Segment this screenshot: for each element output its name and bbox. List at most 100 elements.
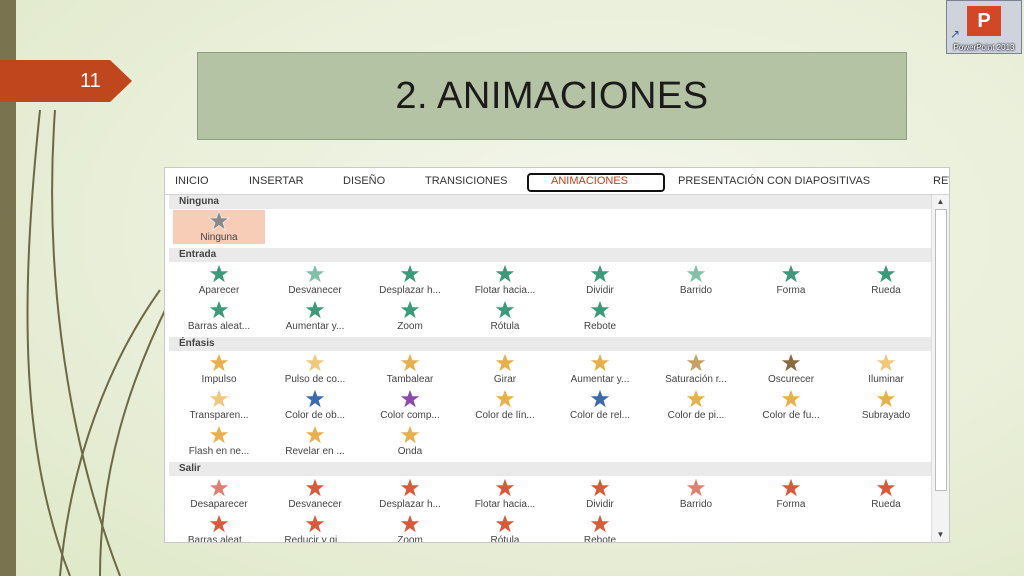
animation-option[interactable]: Color de pi...: [650, 388, 742, 422]
section-header: Ninguna: [169, 195, 931, 209]
star-icon: [459, 299, 551, 321]
animation-option[interactable]: Aumentar y...: [269, 299, 361, 333]
tab-insertar[interactable]: INSERTAR: [249, 175, 304, 187]
star-icon: [459, 263, 551, 285]
slide-number: 11: [80, 70, 101, 92]
animation-option[interactable]: Barrido: [650, 477, 742, 511]
star-icon: [269, 388, 361, 410]
animation-option[interactable]: Flotar hacia...: [459, 477, 551, 511]
animation-option[interactable]: Reducir y gi...: [269, 513, 361, 542]
animation-option[interactable]: Desaparecer: [173, 477, 265, 511]
animation-option[interactable]: Rebote: [554, 299, 646, 333]
animation-option[interactable]: Dividir: [554, 477, 646, 511]
animation-option[interactable]: Desplazar h...: [364, 263, 456, 297]
animation-option[interactable]: Barras aleat...: [173, 513, 265, 542]
star-icon: [364, 352, 456, 374]
tab-diseno[interactable]: DISEÑO: [343, 175, 385, 187]
animation-option-label: Flash en ne...: [188, 446, 250, 457]
animation-option[interactable]: Color de rel...: [554, 388, 646, 422]
animation-option-label: Saturación r...: [665, 374, 727, 385]
star-icon: [269, 424, 361, 446]
animation-option[interactable]: Saturación r...: [650, 352, 742, 386]
animation-option[interactable]: Color de lín...: [459, 388, 551, 422]
animation-option[interactable]: Dividir: [554, 263, 646, 297]
star-icon: [364, 513, 456, 535]
animation-option-label: Rótula: [490, 535, 520, 543]
animation-option-label: Aumentar y...: [285, 321, 345, 332]
powerpoint-app-icon[interactable]: P ↗ PowerPoint 2013: [946, 0, 1022, 54]
star-icon: [173, 352, 265, 374]
animation-option[interactable]: Oscurecer: [745, 352, 837, 386]
animation-option[interactable]: Onda: [364, 424, 456, 458]
animation-option[interactable]: Forma: [745, 477, 837, 511]
star-icon: [364, 263, 456, 285]
animation-option[interactable]: Zoom: [364, 299, 456, 333]
animation-option[interactable]: Desvanecer: [269, 263, 361, 297]
star-icon: [459, 352, 551, 374]
animation-option[interactable]: Barras aleat...: [173, 299, 265, 333]
star-icon: [745, 477, 837, 499]
star-icon: [554, 477, 646, 499]
animation-option[interactable]: Revelar en ...: [269, 424, 361, 458]
animation-option[interactable]: Desplazar h...: [364, 477, 456, 511]
star-icon: [173, 513, 265, 535]
star-icon: [840, 263, 932, 285]
animation-option[interactable]: Color de ob...: [269, 388, 361, 422]
animation-option-label: Flotar hacia...: [474, 285, 536, 296]
animation-option[interactable]: Tambalear: [364, 352, 456, 386]
animation-option-label: Ninguna: [200, 232, 238, 243]
star-icon: [269, 513, 361, 535]
animation-option[interactable]: Girar: [459, 352, 551, 386]
ribbon-tab-bar: INICIO INSERTAR DISEÑO TRANSICIONES ANIM…: [165, 168, 949, 195]
animation-option[interactable]: Aumentar y...: [554, 352, 646, 386]
animation-option[interactable]: Ninguna: [173, 210, 265, 244]
scroll-down-icon[interactable]: ▼: [932, 528, 949, 542]
animation-option[interactable]: Pulso de co...: [269, 352, 361, 386]
scroll-up-icon[interactable]: ▲: [932, 195, 949, 209]
animation-option[interactable]: Color comp...: [364, 388, 456, 422]
star-icon: [840, 352, 932, 374]
section-header: Énfasis: [169, 337, 931, 351]
tab-inicio[interactable]: INICIO: [175, 175, 209, 187]
animation-option[interactable]: Subrayado: [840, 388, 932, 422]
tab-presentacion[interactable]: PRESENTACIÓN CON DIAPOSITIVAS: [678, 175, 870, 187]
animation-option-label: Forma: [776, 285, 806, 296]
animation-option[interactable]: Zoom: [364, 513, 456, 543]
animation-option[interactable]: Color de fu...: [745, 388, 837, 422]
animation-option[interactable]: Rueda: [840, 263, 932, 297]
star-icon: [173, 210, 265, 232]
star-icon: [269, 263, 361, 285]
star-icon: [269, 477, 361, 499]
animation-option[interactable]: Desvanecer: [269, 477, 361, 511]
animation-option[interactable]: Barrido: [650, 263, 742, 297]
animation-option-label: Revelar en ...: [285, 446, 345, 457]
animation-option-label: Tambalear: [386, 374, 434, 385]
star-icon: [173, 299, 265, 321]
star-icon: [650, 352, 742, 374]
animation-option-label: Dividir: [586, 285, 614, 296]
tab-revisar[interactable]: REV: [933, 175, 949, 187]
gallery-scrollbar[interactable]: ▲ ▼: [931, 195, 949, 542]
animation-option[interactable]: Forma: [745, 263, 837, 297]
animation-option[interactable]: Aparecer: [173, 263, 265, 297]
animation-option[interactable]: Rebote: [554, 513, 646, 542]
animation-option[interactable]: Rueda: [840, 477, 932, 511]
star-icon: [173, 263, 265, 285]
animation-option[interactable]: Rótula: [459, 513, 551, 543]
shortcut-arrow-icon: ↗: [950, 27, 961, 41]
animation-option[interactable]: Flash en ne...: [173, 424, 265, 458]
star-icon: [554, 352, 646, 374]
animation-option[interactable]: Impulso: [173, 352, 265, 386]
animation-option[interactable]: Rótula: [459, 299, 551, 333]
animation-option-label: Desvanecer: [288, 285, 342, 296]
scroll-thumb[interactable]: [935, 209, 947, 491]
animation-option[interactable]: Transparen...: [173, 388, 265, 422]
slide-title-box: 2. ANIMACIONES: [197, 52, 907, 140]
animation-option[interactable]: Iluminar: [840, 352, 932, 386]
animation-option-label: Aparecer: [198, 285, 240, 296]
animation-option-label: Color de rel...: [569, 410, 631, 421]
animation-option-label: Pulso de co...: [284, 374, 346, 385]
animation-option-label: Zoom: [397, 535, 423, 543]
animation-option[interactable]: Flotar hacia...: [459, 263, 551, 297]
tab-transiciones[interactable]: TRANSICIONES: [425, 175, 508, 187]
